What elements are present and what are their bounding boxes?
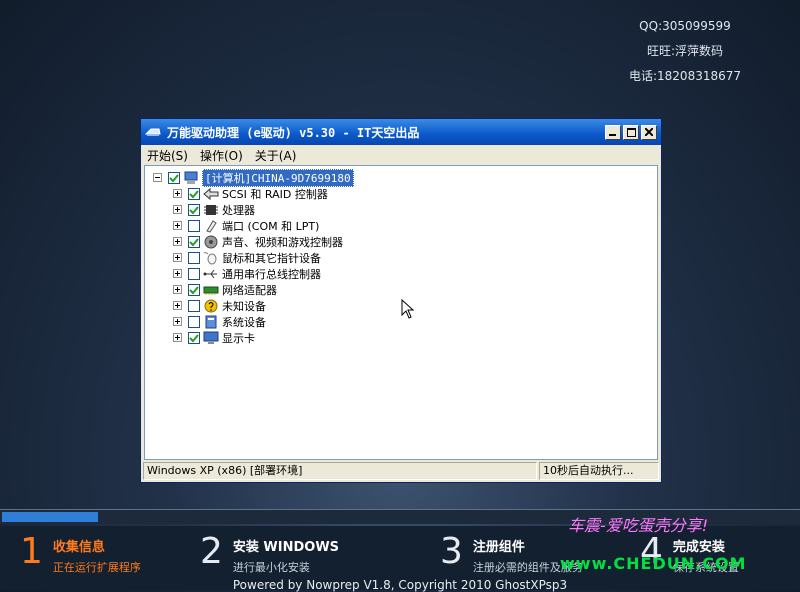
tree-item[interactable]: 显示卡 (173, 330, 255, 345)
window-title: 万能驱动助理 (e驱动) v5.30 - IT天空出品 (167, 125, 420, 140)
check-icon (189, 205, 199, 214)
expand-icon[interactable] (173, 301, 182, 310)
tree-item[interactable]: 处理器 (173, 202, 255, 217)
tree-item[interactable]: 端口 (COM 和 LPT) (173, 218, 319, 233)
close-icon (645, 128, 653, 136)
device-tree[interactable]: [计算机]CHINA-9D7699180 SCSI 和 RAID 控制器 处理器… (144, 165, 658, 460)
step-subtitle: 正在运行扩展程序 (52, 561, 141, 574)
scsi-icon (203, 187, 219, 200)
menu-about[interactable]: 关于(A) (255, 147, 297, 164)
item-label: 端口 (COM 和 LPT) (222, 219, 320, 233)
usb-icon (203, 269, 217, 278)
close-button[interactable] (641, 124, 657, 140)
check-icon (189, 189, 199, 198)
item-label: SCSI 和 RAID 控制器 (222, 187, 328, 201)
minimize-icon (609, 134, 616, 136)
expand-icon[interactable] (173, 189, 182, 198)
item-checkbox[interactable] (188, 203, 200, 216)
tree-item[interactable]: 鼠标和其它指针设备 (173, 250, 321, 265)
item-label: 网络适配器 (222, 283, 277, 297)
expand-icon[interactable] (173, 285, 182, 294)
item-checkbox[interactable] (188, 331, 200, 344)
computer-icon (184, 171, 198, 184)
item-checkbox[interactable] (188, 251, 200, 264)
expand-icon[interactable] (173, 333, 182, 342)
item-checkbox[interactable] (188, 315, 200, 328)
menu-bar: 开始(S) 操作(O) 关于(A) (141, 145, 661, 165)
expand-icon[interactable] (173, 237, 182, 246)
step-number: 3 (440, 531, 463, 572)
tree-item[interactable]: 系统设备 (173, 314, 266, 329)
step-number: 2 (200, 531, 223, 572)
step-title: 安装 WINDOWS (232, 540, 340, 555)
item-checkbox[interactable] (188, 219, 200, 232)
sound-icon (204, 235, 218, 248)
collapse-icon[interactable] (153, 173, 162, 182)
check-icon (189, 333, 199, 342)
item-checkbox[interactable] (188, 299, 200, 312)
menu-operate[interactable]: 操作(O) (200, 147, 243, 164)
maximize-icon (626, 127, 636, 137)
status-bar: Windows XP (x86) [部署环境] 10秒后自动执行... (143, 462, 659, 480)
step-number: 1 (20, 531, 43, 572)
step-1: 1 收集信息 正在运行扩展程序 (20, 530, 141, 575)
item-label: 未知设备 (222, 299, 266, 313)
expand-icon[interactable] (173, 205, 182, 214)
root-checkbox[interactable] (168, 171, 180, 184)
expand-icon[interactable] (173, 221, 182, 230)
step-title: 完成安装 (672, 540, 725, 555)
qq-text: QQ:305099599 (639, 19, 731, 33)
status-environment: Windows XP (x86) [部署环境] (143, 462, 537, 480)
status-countdown: 10秒后自动执行... (539, 462, 659, 480)
wangwang-text: 旺旺:浮萍数码 (646, 44, 724, 58)
step-title: 注册组件 (472, 540, 525, 555)
item-checkbox[interactable] (188, 283, 200, 296)
check-icon (189, 237, 199, 246)
item-label: 系统设备 (222, 315, 266, 329)
expand-icon[interactable] (173, 317, 182, 326)
system-device-icon (205, 315, 217, 328)
contact-info: QQ:305099599 旺旺:浮萍数码 电话:18208318677 (610, 14, 760, 89)
check-icon (169, 173, 179, 182)
unknown-device-icon (204, 299, 218, 312)
item-label: 处理器 (222, 203, 255, 217)
app-icon (145, 128, 161, 136)
step-2: 2 安装 WINDOWS 进行最小化安装 (200, 530, 339, 575)
progress-fill (2, 512, 98, 522)
tree-item[interactable]: 未知设备 (173, 298, 266, 313)
item-checkbox[interactable] (188, 235, 200, 248)
expand-icon[interactable] (173, 269, 182, 278)
title-bar[interactable]: 万能驱动助理 (e驱动) v5.30 - IT天空出品 (141, 119, 661, 145)
tree-item[interactable]: 网络适配器 (173, 282, 277, 297)
processor-icon (204, 204, 218, 215)
watermark-url: www.CHEDUN.COM (560, 554, 747, 573)
check-icon (189, 285, 199, 294)
item-label: 鼠标和其它指针设备 (222, 251, 321, 265)
step-subtitle: 进行最小化安装 (232, 561, 310, 574)
item-checkbox[interactable] (188, 267, 200, 280)
display-adapter-icon (203, 331, 219, 344)
step-title: 收集信息 (52, 540, 105, 555)
tree-item[interactable]: SCSI 和 RAID 控制器 (173, 186, 328, 201)
item-label: 声音、视频和游戏控制器 (222, 235, 343, 249)
maximize-button[interactable] (623, 124, 639, 140)
tree-item[interactable]: 通用串行总线控制器 (173, 266, 321, 281)
root-label: [计算机]CHINA-9D7699180 (202, 168, 354, 187)
minimize-button[interactable] (605, 124, 621, 140)
item-label: 显示卡 (222, 331, 255, 345)
network-icon (203, 286, 219, 295)
tree-item[interactable]: 声音、视频和游戏控制器 (173, 234, 343, 249)
mouse-icon (203, 251, 217, 264)
phone-text: 电话:18208318677 (628, 69, 742, 83)
port-icon (206, 219, 217, 233)
tree-root[interactable]: [计算机]CHINA-9D7699180 (153, 168, 354, 187)
item-checkbox[interactable] (188, 187, 200, 200)
driver-assistant-window: 万能驱动助理 (e驱动) v5.30 - IT天空出品 开始(S) 操作(O) … (140, 118, 662, 483)
mouse-cursor-icon (401, 299, 415, 319)
expand-icon[interactable] (173, 253, 182, 262)
item-label: 通用串行总线控制器 (222, 267, 321, 281)
menu-start[interactable]: 开始(S) (147, 147, 188, 164)
watermark-text: 车震-爱吃蛋壳分享! (568, 516, 709, 535)
